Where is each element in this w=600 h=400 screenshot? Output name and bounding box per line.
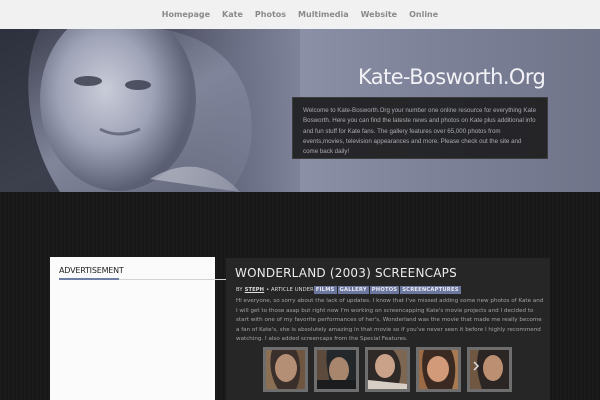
nav-photos[interactable]: Photos xyxy=(249,10,292,19)
screencap-thumbnails xyxy=(263,347,512,392)
article-panel: WONDERLAND (2003) SCREENCAPS BY STEPH • … xyxy=(226,258,550,400)
nav-website[interactable]: Website xyxy=(355,10,403,19)
tag-photos[interactable]: PHOTOS xyxy=(369,285,400,294)
by-label: BY xyxy=(236,286,243,293)
welcome-box: Welcome to Kate-Bosworth.Org your number… xyxy=(292,97,548,159)
hero-header: Kate-Bosworth.Org Welcome to Kate-Boswor… xyxy=(0,29,600,192)
article-title[interactable]: WONDERLAND (2003) SCREENCAPS xyxy=(235,266,457,280)
nav-homepage[interactable]: Homepage xyxy=(156,10,216,19)
tag-films[interactable]: FILMS xyxy=(313,285,337,294)
tag-screencaptures[interactable]: SCREENCAPTURES xyxy=(400,285,461,294)
nav-online[interactable]: Online xyxy=(403,10,444,19)
article-body: Hi everyone, so sorry about the lack of … xyxy=(236,298,544,342)
welcome-text: Welcome to Kate-Bosworth.Org your number… xyxy=(303,107,537,156)
thumbnail-2[interactable] xyxy=(314,347,359,392)
thumbnail-image xyxy=(317,350,356,389)
tag-gallery[interactable]: GALLERY xyxy=(337,285,369,294)
article-meta: BY STEPH • ARTICLE UNDER FILMS GALLERY P… xyxy=(236,285,462,294)
nav-kate[interactable]: Kate xyxy=(216,10,249,19)
thumbnail-image xyxy=(419,350,458,389)
top-navigation: Homepage Kate Photos Multimedia Website … xyxy=(0,0,600,29)
thumbnail-5[interactable] xyxy=(467,347,512,392)
nav-multimedia[interactable]: Multimedia xyxy=(292,10,355,19)
author-link[interactable]: STEPH xyxy=(245,287,264,293)
thumbnail-image xyxy=(368,350,407,389)
sidebar-advertisement: ADVERTISEMENT xyxy=(50,257,256,400)
thumbnail-image xyxy=(266,350,305,389)
sidebar-title-underline xyxy=(59,278,119,280)
sidebar-title: ADVERTISEMENT xyxy=(59,266,124,275)
site-title[interactable]: Kate-Bosworth.Org xyxy=(358,65,546,89)
thumbnail-image xyxy=(470,350,509,389)
thumbnail-3[interactable] xyxy=(365,347,410,392)
hero-portrait-image xyxy=(0,29,300,192)
under-label: • ARTICLE UNDER xyxy=(266,286,314,293)
thumbnail-1[interactable] xyxy=(263,347,308,392)
thumbnail-4[interactable] xyxy=(416,347,461,392)
